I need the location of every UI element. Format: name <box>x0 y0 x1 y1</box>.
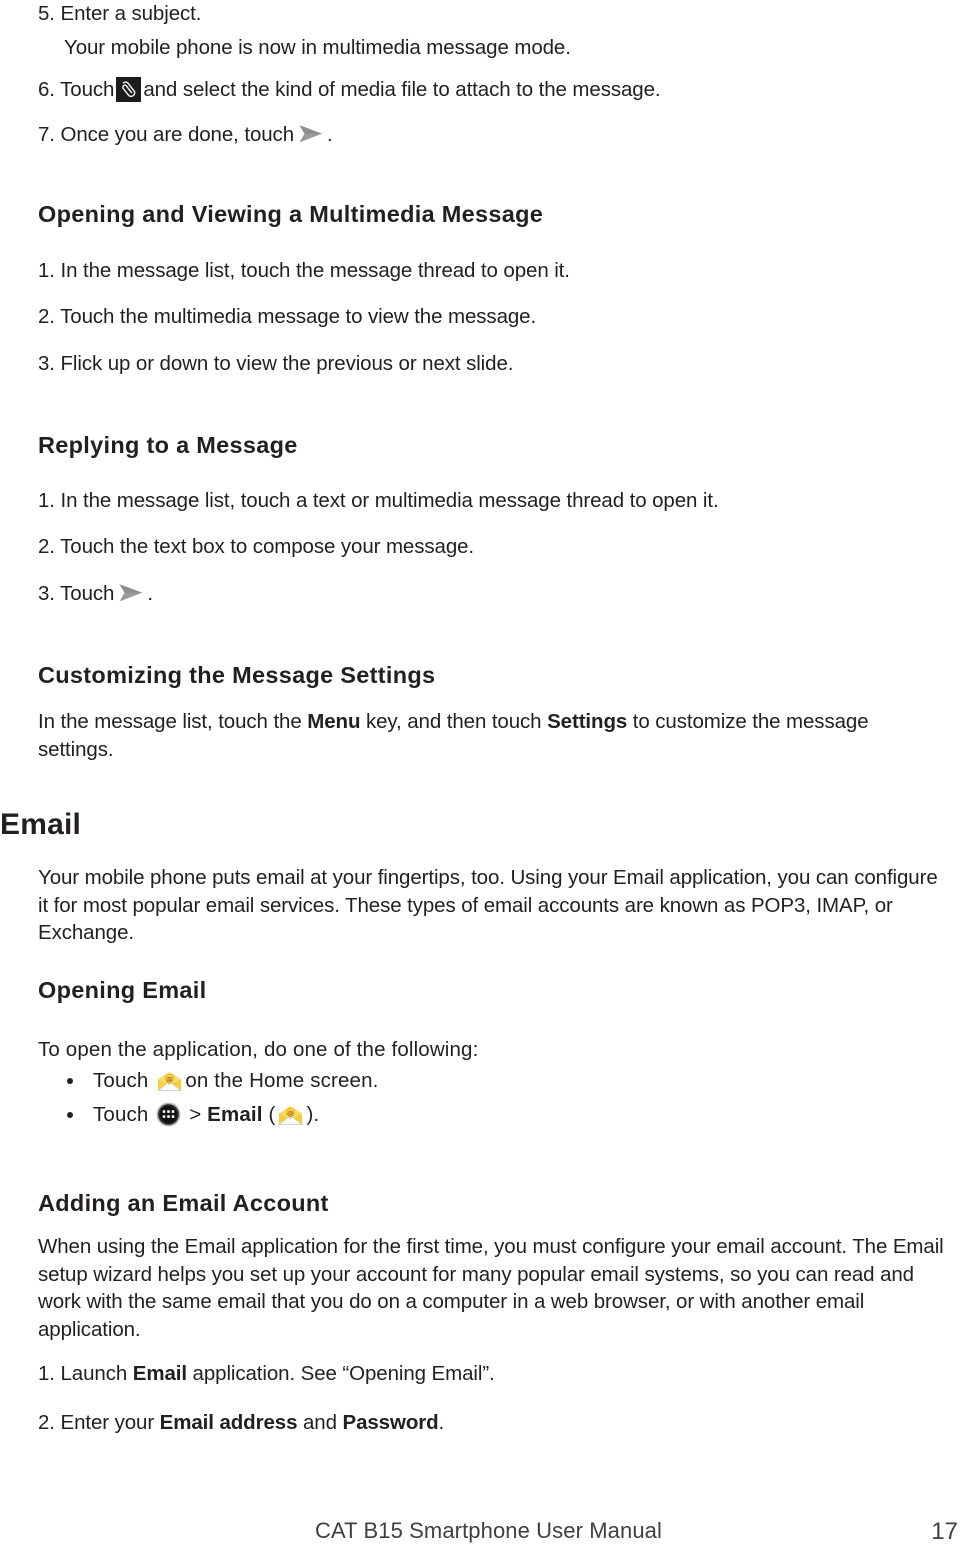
settings-label: Settings <box>547 710 628 733</box>
step-2-line: 2. Enter your Email address and Password… <box>38 1409 948 1437</box>
list-item: Touch @ on the Home screen. <box>38 1070 948 1092</box>
email-envelope-icon: @ <box>277 1104 304 1126</box>
body-part-1: In the message list, touch the <box>38 710 308 733</box>
svg-text:@: @ <box>167 1075 174 1083</box>
customizing-body-text: In the message list, touch the Menu key,… <box>38 708 944 763</box>
step-6: 6. Touch and select the kind of media fi… <box>38 76 948 104</box>
step-1-suffix: application. See “Opening Email”. <box>186 1362 495 1385</box>
step-3-line: 3. Touch . <box>38 580 948 608</box>
password-label: Password <box>342 1411 439 1434</box>
page-number: 17 <box>931 1518 958 1545</box>
step-5-note: Your mobile phone is now in multimedia m… <box>38 34 974 62</box>
step-7-prefix: 7. Once you are done, touch <box>38 123 295 146</box>
heading-customizing-message-settings: Customizing the Message Settings <box>38 662 948 689</box>
bullet-1-prefix: Touch <box>93 1069 149 1092</box>
step-7: 7. Once you are done, touch . <box>38 121 948 149</box>
bullet-2-close-paren: ). <box>306 1103 320 1126</box>
step-5-note-text: Your mobile phone is now in multimedia m… <box>64 36 571 59</box>
opening-email-bullets: Touch @ on the Home screen. Touch > Emai… <box>38 1070 948 1137</box>
bullet-1-suffix: on the Home screen. <box>185 1069 379 1092</box>
send-arrow-icon <box>118 583 144 603</box>
heading-opening-email: Opening Email <box>38 977 948 1004</box>
app-drawer-icon <box>156 1102 181 1127</box>
step-2-prefix: 2. Enter your <box>38 1411 160 1434</box>
opening-viewing-step-2: 2. Touch the multimedia message to view … <box>38 303 948 331</box>
step-1-prefix: 1. Launch <box>38 1362 133 1385</box>
bullet-list: Touch @ on the Home screen. Touch > Emai… <box>38 1070 948 1127</box>
step-3-prefix: 3. Touch <box>38 582 115 605</box>
manual-page: 5. Enter a subject. Your mobile phone is… <box>0 0 977 1568</box>
send-arrow-icon <box>298 124 324 144</box>
email-address-label: Email address <box>159 1411 298 1434</box>
adding-account-body: When using the Email application for the… <box>38 1233 958 1344</box>
opening-viewing-step-3: 3. Flick up or down to view the previous… <box>38 350 948 378</box>
step-5-text: 5. Enter a subject. <box>38 2 202 25</box>
list-item: Touch > Email (@). <box>38 1102 948 1127</box>
replying-step-3: 3. Touch . <box>38 580 948 608</box>
opening-email-lead-text: To open the application, do one of the f… <box>38 1038 479 1061</box>
adding-account-step-2: 2. Enter your Email address and Password… <box>38 1409 948 1437</box>
step-6-suffix: and select the kind of media file to att… <box>143 78 661 101</box>
section-heading-text: Customizing the Message Settings <box>38 662 436 688</box>
step-3-suffix: . <box>147 582 153 605</box>
page-footer: CAT B15 Smartphone User Manual 17 <box>0 1518 977 1554</box>
chapter-heading-text: Email <box>0 808 82 841</box>
email-app-label: Email <box>207 1103 263 1126</box>
menu-key-label: Menu <box>307 710 361 733</box>
customizing-body: In the message list, touch the Menu key,… <box>38 708 944 763</box>
section-heading-text: Adding an Email Account <box>38 1190 329 1216</box>
body-part-2: key, and then touch <box>360 710 548 733</box>
step-5: 5. Enter a subject. <box>38 0 948 28</box>
svg-text:@: @ <box>288 1109 295 1117</box>
email-intro-text: Your mobile phone puts email at your fin… <box>38 866 938 945</box>
heading-adding-email-account: Adding an Email Account <box>38 1190 948 1217</box>
email-intro: Your mobile phone puts email at your fin… <box>38 864 944 947</box>
replying-step-2: 2. Touch the text box to compose your me… <box>38 533 948 561</box>
step-2-separator: and <box>297 1411 343 1434</box>
bullet-dot-icon <box>67 1078 73 1084</box>
email-app-label: Email <box>132 1362 187 1385</box>
step-text: 1. In the message list, touch the messag… <box>38 259 570 282</box>
paperclip-icon <box>116 77 142 102</box>
replying-step-1: 1. In the message list, touch a text or … <box>38 487 948 515</box>
step-text: 3. Flick up or down to view the previous… <box>38 352 514 375</box>
email-envelope-icon: @ <box>156 1070 183 1092</box>
bullet-2-separator: > <box>189 1103 202 1126</box>
step-7-line: 7. Once you are done, touch . <box>38 121 948 149</box>
section-heading-text: Opening Email <box>38 977 207 1003</box>
chapter-heading-email: Email <box>0 808 81 842</box>
heading-opening-viewing-multimedia: Opening and Viewing a Multimedia Message <box>38 201 948 228</box>
adding-account-step-1: 1. Launch Email application. See “Openin… <box>38 1360 948 1388</box>
section-heading-text: Replying to a Message <box>38 432 298 458</box>
footer-title: CAT B15 Smartphone User Manual <box>314 1518 663 1543</box>
bullet-dot-icon <box>67 1111 73 1118</box>
step-text: 1. In the message list, touch a text or … <box>38 489 719 512</box>
adding-account-body-text: When using the Email application for the… <box>38 1235 944 1342</box>
step-7-suffix: . <box>327 123 333 146</box>
bullet-2-open-paren: ( <box>268 1103 276 1126</box>
opening-viewing-step-1: 1. In the message list, touch the messag… <box>38 257 948 285</box>
step-1-line: 1. Launch Email application. See “Openin… <box>38 1360 948 1388</box>
step-6-prefix: 6. Touch <box>38 78 115 101</box>
step-6-line: 6. Touch and select the kind of media fi… <box>38 76 948 104</box>
step-text: 2. Touch the text box to compose your me… <box>38 535 475 558</box>
opening-email-lead: To open the application, do one of the f… <box>38 1035 948 1065</box>
heading-replying-to-a-message: Replying to a Message <box>38 432 948 459</box>
step-2-suffix: . <box>438 1411 445 1434</box>
step-text: 2. Touch the multimedia message to view … <box>38 305 537 328</box>
bullet-2-prefix: Touch <box>93 1103 149 1126</box>
section-heading-text: Opening and Viewing a Multimedia Message <box>38 201 544 227</box>
